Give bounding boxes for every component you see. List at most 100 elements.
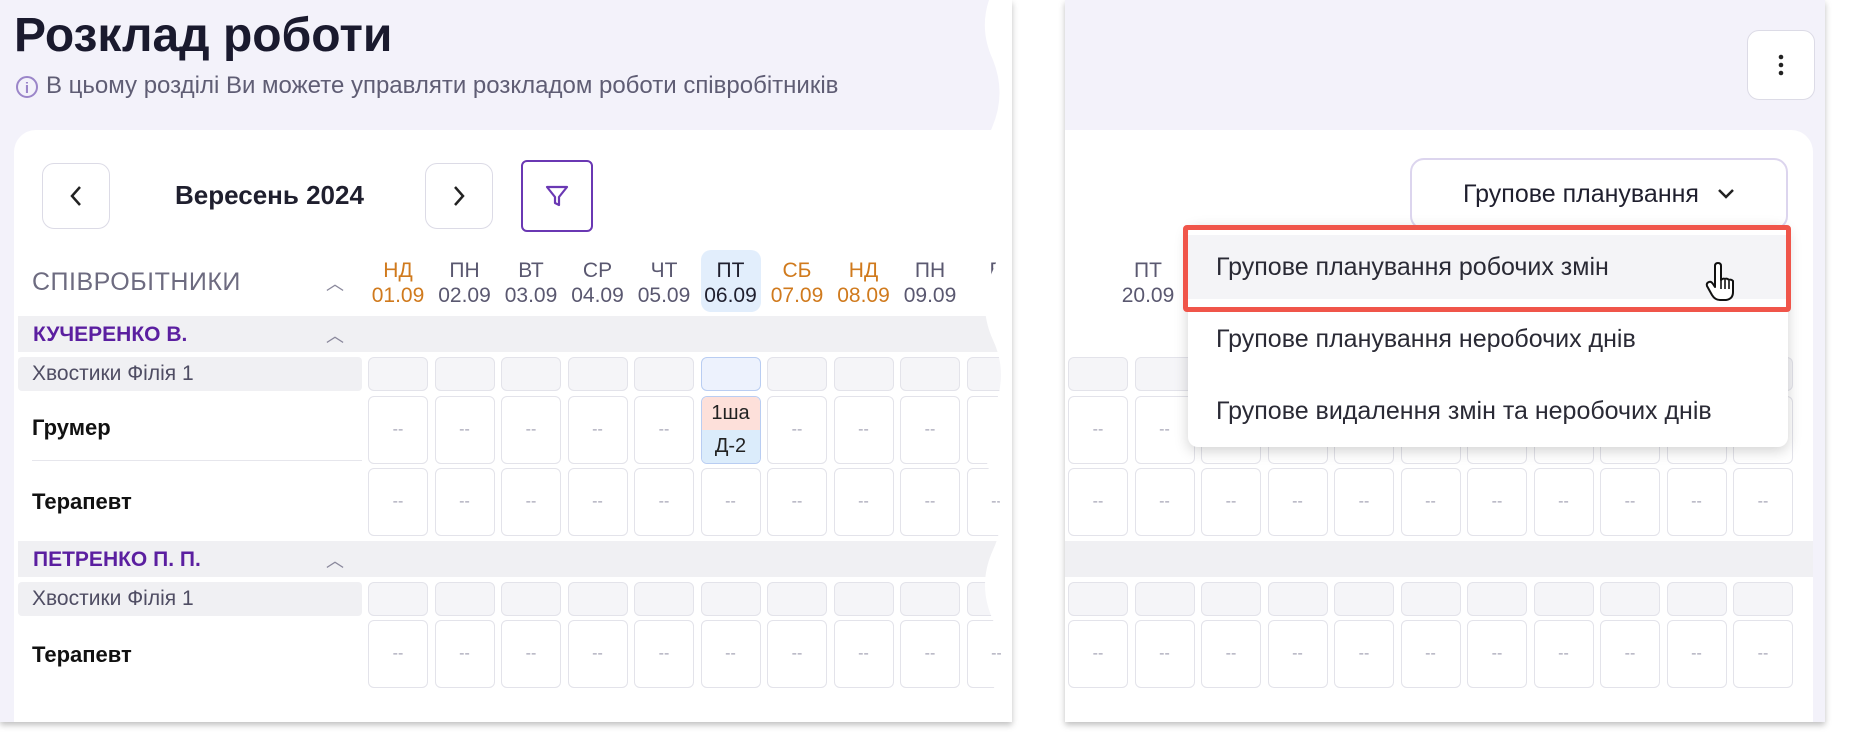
branch-day-cell[interactable]: [634, 582, 694, 616]
next-month-button[interactable]: [425, 163, 493, 229]
schedule-cell[interactable]: 1ша Д-2: [700, 396, 761, 464]
schedule-cell[interactable]: --: [1267, 468, 1328, 536]
branch-day-cell[interactable]: [1467, 582, 1527, 616]
group-planning-dropdown[interactable]: Групове планування: [1410, 158, 1788, 230]
schedule-cell[interactable]: --: [1334, 620, 1394, 688]
schedule-cell[interactable]: --: [1201, 620, 1261, 688]
branch-day-cell[interactable]: [1334, 582, 1394, 616]
empty-mark: --: [1491, 493, 1503, 510]
schedule-cell[interactable]: --: [1666, 468, 1727, 536]
schedule-cell[interactable]: --: [1134, 396, 1195, 464]
branch-day-cell[interactable]: [434, 582, 495, 616]
prev-month-button[interactable]: [42, 163, 110, 229]
schedule-cell[interactable]: --: [1068, 468, 1128, 536]
branch-day-cell[interactable]: [1134, 357, 1195, 391]
branch-day-cell[interactable]: [1267, 582, 1328, 616]
branch-day-cell[interactable]: [700, 582, 761, 616]
schedule-cell[interactable]: --: [833, 468, 894, 536]
schedule-cell[interactable]: --: [1400, 620, 1461, 688]
empty-mark: --: [1092, 493, 1104, 510]
schedule-cell[interactable]: --: [1533, 620, 1594, 688]
schedule-cell[interactable]: --: [833, 396, 894, 464]
branch-day-cell[interactable]: [833, 357, 894, 391]
schedule-cell[interactable]: --: [700, 620, 761, 688]
schedule-cell[interactable]: --: [1600, 468, 1660, 536]
empty-mark: --: [1757, 645, 1769, 662]
schedule-cell[interactable]: --: [1533, 468, 1594, 536]
filter-button[interactable]: [521, 160, 593, 232]
branch-day-cell[interactable]: [434, 357, 495, 391]
collapse-all-icon[interactable]: ︿: [326, 270, 344, 296]
branch-day-cell[interactable]: [501, 357, 561, 391]
schedule-cell[interactable]: --: [1600, 620, 1660, 688]
schedule-cell[interactable]: --: [1068, 396, 1128, 464]
schedule-cell[interactable]: --: [1733, 620, 1793, 688]
day-date: 20.09: [1121, 284, 1175, 307]
schedule-cell[interactable]: --: [700, 468, 761, 536]
schedule-cell[interactable]: --: [634, 620, 694, 688]
branch-day-cell[interactable]: [1600, 582, 1660, 616]
schedule-cell[interactable]: --: [1666, 620, 1727, 688]
schedule-cell[interactable]: --: [434, 468, 495, 536]
schedule-cell[interactable]: --: [1467, 468, 1527, 536]
branch-day-cell[interactable]: [368, 582, 428, 616]
schedule-cell[interactable]: --: [434, 620, 495, 688]
schedule-cell[interactable]: --: [1134, 620, 1195, 688]
branch-day-cell[interactable]: [1733, 582, 1793, 616]
schedule-cell[interactable]: --: [1467, 620, 1527, 688]
schedule-cell[interactable]: --: [501, 620, 561, 688]
schedule-cell[interactable]: --: [368, 396, 428, 464]
branch-day-cell[interactable]: [1400, 582, 1461, 616]
menu-item-group-days-off[interactable]: Групове планування неробочих днів: [1188, 307, 1788, 371]
schedule-cell[interactable]: --: [1334, 468, 1394, 536]
schedule-cell[interactable]: --: [900, 396, 960, 464]
branch-day-cell[interactable]: [634, 357, 694, 391]
branch-day-cell[interactable]: [1068, 582, 1128, 616]
branch-day-cell[interactable]: [1068, 357, 1128, 391]
collapse-group-icon[interactable]: ︿: [326, 547, 344, 573]
schedule-cell[interactable]: --: [434, 396, 495, 464]
schedule-cell[interactable]: --: [368, 468, 428, 536]
branch-day-cell[interactable]: [1533, 582, 1594, 616]
schedule-cell[interactable]: --: [1400, 468, 1461, 536]
branch-day-cell[interactable]: [567, 582, 628, 616]
branch-day-cell[interactable]: [368, 357, 428, 391]
schedule-cell[interactable]: --: [634, 396, 694, 464]
branch-day-cell[interactable]: [900, 582, 960, 616]
schedule-cell[interactable]: --: [634, 468, 694, 536]
schedule-cell[interactable]: --: [1267, 620, 1328, 688]
menu-item-group-delete[interactable]: Групове видалення змін та неробочих днів: [1188, 379, 1788, 443]
schedule-cell[interactable]: --: [1068, 620, 1128, 688]
branch-day-cell[interactable]: [900, 357, 960, 391]
branch-day-cell[interactable]: [501, 582, 561, 616]
schedule-cell[interactable]: --: [833, 620, 894, 688]
more-options-button[interactable]: [1747, 30, 1815, 100]
schedule-cell[interactable]: --: [567, 396, 628, 464]
schedule-cell[interactable]: --: [1733, 468, 1793, 536]
schedule-cell[interactable]: --: [501, 468, 561, 536]
schedule-cell[interactable]: --: [567, 468, 628, 536]
schedule-cell[interactable]: --: [767, 396, 827, 464]
schedule-cell[interactable]: --: [567, 620, 628, 688]
branch-day-cell[interactable]: [700, 357, 761, 391]
collapse-group-icon[interactable]: ︿: [326, 322, 344, 348]
branch-day-cell[interactable]: [1666, 582, 1727, 616]
schedule-cell[interactable]: --: [501, 396, 561, 464]
schedule-cell[interactable]: --: [767, 468, 827, 536]
branch-day-cell[interactable]: [1134, 582, 1195, 616]
branch-day-cell[interactable]: [1201, 582, 1261, 616]
schedule-cell[interactable]: --: [1134, 468, 1195, 536]
schedule-cell[interactable]: --: [1201, 468, 1261, 536]
schedule-panel-right: Групове планування ПТ20.09С21Н ---------…: [1065, 0, 1825, 722]
branch-day-cell[interactable]: [567, 357, 628, 391]
schedule-cell[interactable]: --: [767, 620, 827, 688]
employee-group-row[interactable]: [1065, 541, 1813, 577]
schedule-cell[interactable]: --: [900, 620, 960, 688]
branch-day-cell[interactable]: [767, 357, 827, 391]
empty-mark: --: [1425, 493, 1436, 510]
schedule-cell[interactable]: --: [900, 468, 960, 536]
empty-mark: --: [459, 493, 470, 510]
branch-day-cell[interactable]: [767, 582, 827, 616]
schedule-cell[interactable]: --: [368, 620, 428, 688]
branch-day-cell[interactable]: [833, 582, 894, 616]
